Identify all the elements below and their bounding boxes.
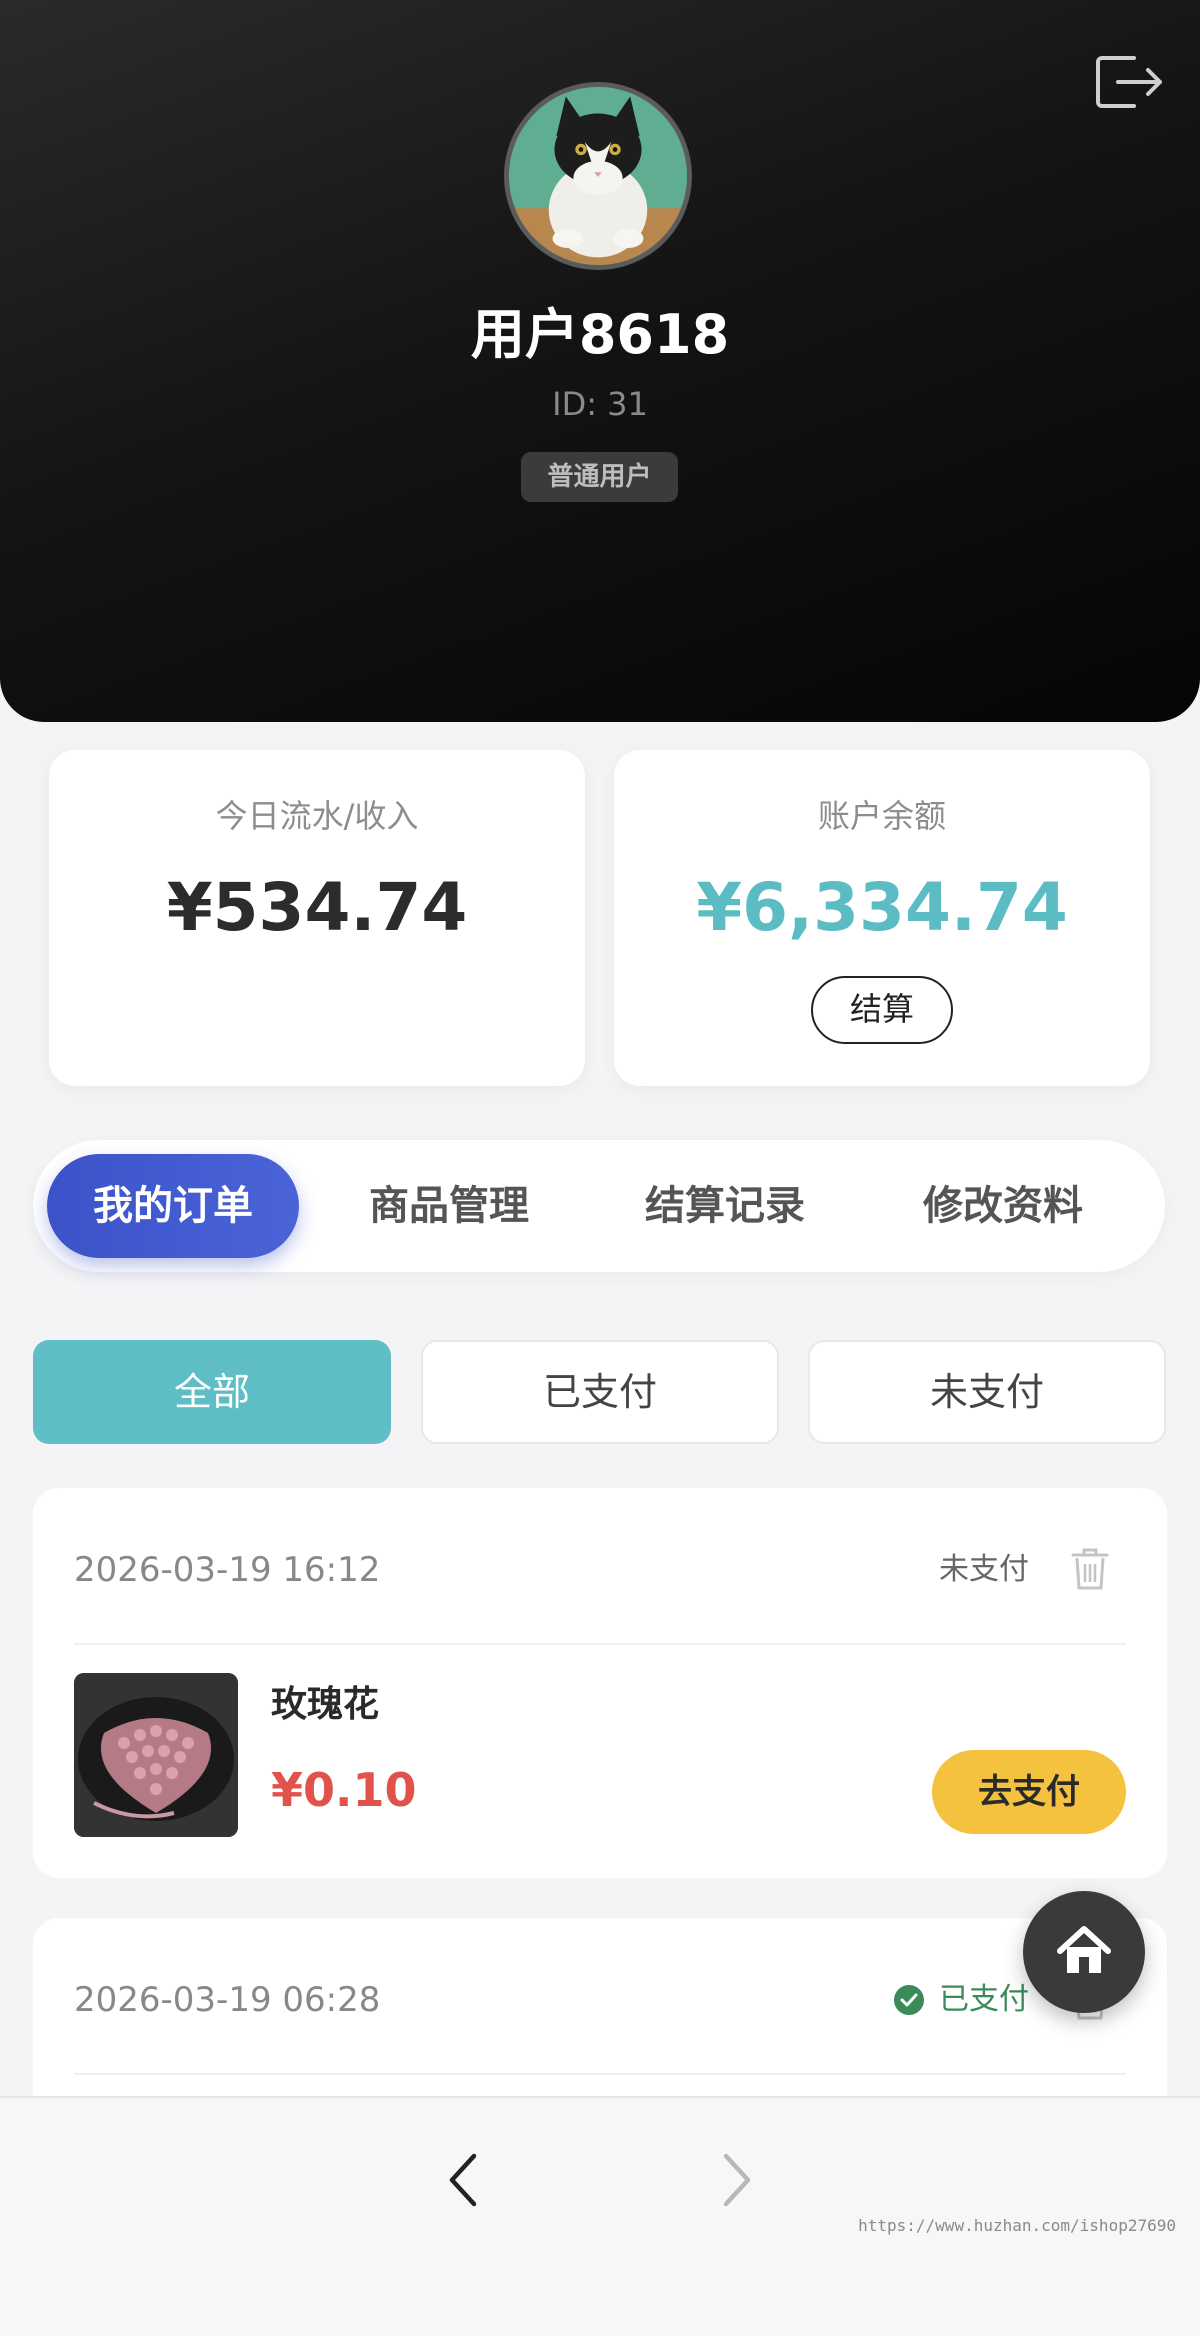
tab-edit-profile[interactable]: 修改资料 [877,1154,1129,1258]
trash-icon[interactable] [1069,1546,1111,1592]
balance-label: 账户余额 [817,797,946,835]
balance-card: 账户余额 ¥6,334.74 结算 [614,750,1150,1086]
order-card: 2026-03-19 16:12 未支付 玫瑰花 ¥0.10 去支付 [33,1488,1167,1878]
check-circle-icon [893,1984,925,2016]
order-card: 2026-03-19 06:28 已支付 [33,1918,1167,2118]
tab-settlement-records[interactable]: 结算记录 [599,1154,851,1258]
filter-all[interactable]: 全部 [33,1340,391,1444]
balance-value: ¥6,334.74 [696,869,1068,946]
user-role-badge: 普通用户 [521,452,678,502]
user-id: ID: 31 [552,385,648,423]
divider [74,2073,1126,2075]
order-status: 未支付 [939,1552,1029,1587]
profile-header: 用户8618 ID: 31 普通用户 [0,0,1200,722]
today-income-value: ¥534.74 [166,869,468,946]
home-button[interactable] [1023,1891,1145,2013]
watermark: https://www.huzhan.com/ishop27690 [858,2216,1176,2235]
settle-button[interactable]: 结算 [811,976,953,1044]
tab-product-management[interactable]: 商品管理 [323,1154,575,1258]
order-date: 2026-03-19 06:28 [74,1980,381,2020]
logout-icon[interactable] [1094,52,1166,112]
user-name: 用户8618 [470,303,730,366]
today-income-card: 今日流水/收入 ¥534.74 [49,750,585,1086]
order-status: 已支付 [939,1982,1029,2017]
section-tabs: 我的订单 商品管理 结算记录 修改资料 [33,1140,1165,1272]
filter-unpaid[interactable]: 未支付 [808,1340,1166,1444]
product-price: ¥0.10 [271,1763,417,1817]
product-name: 玫瑰花 [271,1684,380,1725]
browser-toolbar: https://www.huzhan.com/ishop27690 [0,2096,1200,2336]
product-image[interactable] [74,1673,238,1837]
pay-button[interactable]: 去支付 [932,1750,1126,1834]
divider [74,1643,1126,1645]
home-icon [1057,1926,1111,1973]
avatar[interactable] [504,82,692,270]
order-date: 2026-03-19 16:12 [74,1550,381,1590]
today-income-label: 今日流水/收入 [215,797,419,835]
chevron-right-icon[interactable] [712,2148,760,2212]
chevron-left-icon[interactable] [440,2148,488,2212]
filter-paid[interactable]: 已支付 [421,1340,779,1444]
tab-my-orders[interactable]: 我的订单 [47,1154,299,1258]
